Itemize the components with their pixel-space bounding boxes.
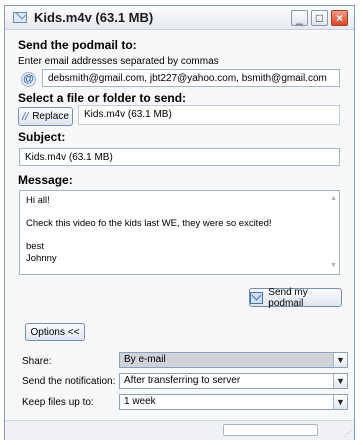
replace-button[interactable]: // Replace xyxy=(18,107,73,126)
title-bar[interactable]: Kids.m4v (63.1 MB) _ □ × xyxy=(5,6,354,30)
options-button[interactable]: Options << xyxy=(25,323,85,341)
notification-value: After transferring to server xyxy=(124,375,241,386)
keep-files-label: Keep files up to: xyxy=(22,397,94,408)
keep-files-select[interactable]: 1 week ▼ xyxy=(119,394,348,410)
status-bar: ⋰ xyxy=(5,420,354,440)
close-button[interactable]: × xyxy=(331,10,348,26)
scroll-up-icon[interactable]: ▲ xyxy=(330,193,337,205)
window-title: Kids.m4v (63.1 MB) xyxy=(34,10,154,25)
keep-files-value: 1 week xyxy=(124,396,156,407)
replace-icon: // xyxy=(22,110,29,123)
message-line: Johnny xyxy=(26,252,57,264)
chevron-down-icon[interactable]: ▼ xyxy=(333,395,347,409)
subject-heading: Subject: xyxy=(18,130,66,144)
send-to-heading: Send the podmail to: xyxy=(18,38,137,52)
selected-file: Kids.m4v (63.1 MB) xyxy=(78,105,340,125)
send-to-hint: Enter email addresses separated by comma… xyxy=(18,56,219,67)
send-podmail-label: Send my podmail xyxy=(268,286,308,309)
share-value: By e-mail xyxy=(124,354,166,365)
replace-label: Replace xyxy=(32,111,69,122)
message-heading: Message: xyxy=(18,173,73,187)
message-line xyxy=(26,207,333,219)
message-line: Hi all! xyxy=(26,195,50,206)
message-line: Check this video fo the kids last WE, th… xyxy=(26,218,272,230)
share-label: Share: xyxy=(22,356,52,367)
chevron-down-icon[interactable]: ▼ xyxy=(333,374,347,388)
options-label: Options << xyxy=(30,326,80,338)
progress-bar xyxy=(223,424,318,436)
file-heading: Select a file or folder to send: xyxy=(18,91,187,105)
send-mail-icon xyxy=(250,291,264,304)
subject-input[interactable]: Kids.m4v (63.1 MB) xyxy=(19,148,340,166)
share-select[interactable]: By e-mail ▼ xyxy=(119,352,348,368)
resize-grip-icon[interactable]: ⋰ xyxy=(344,429,352,438)
recipients-input[interactable]: debsmith@gmail.com, jbt227@yahoo.com, bs… xyxy=(42,69,340,87)
message-line xyxy=(26,230,333,242)
maximize-button[interactable]: □ xyxy=(311,10,328,26)
podmail-form: Send the podmail to: Enter email address… xyxy=(5,31,354,440)
send-podmail-button[interactable]: Send my podmail xyxy=(249,286,342,309)
notification-select[interactable]: After transferring to server ▼ xyxy=(119,373,348,389)
message-textarea[interactable]: Hi all! Check this video fo the kids las… xyxy=(19,190,340,275)
message-line: best xyxy=(26,241,44,253)
minimize-button[interactable]: _ xyxy=(291,10,308,26)
chevron-down-icon[interactable]: ▼ xyxy=(333,353,347,367)
scroll-down-icon[interactable]: ▼ xyxy=(330,260,337,272)
at-icon: @ xyxy=(21,72,36,87)
notification-label: Send the notification: xyxy=(22,376,116,387)
podmail-window: Kids.m4v (63.1 MB) _ □ × Send the podmai… xyxy=(4,5,355,440)
mail-icon xyxy=(13,12,27,23)
